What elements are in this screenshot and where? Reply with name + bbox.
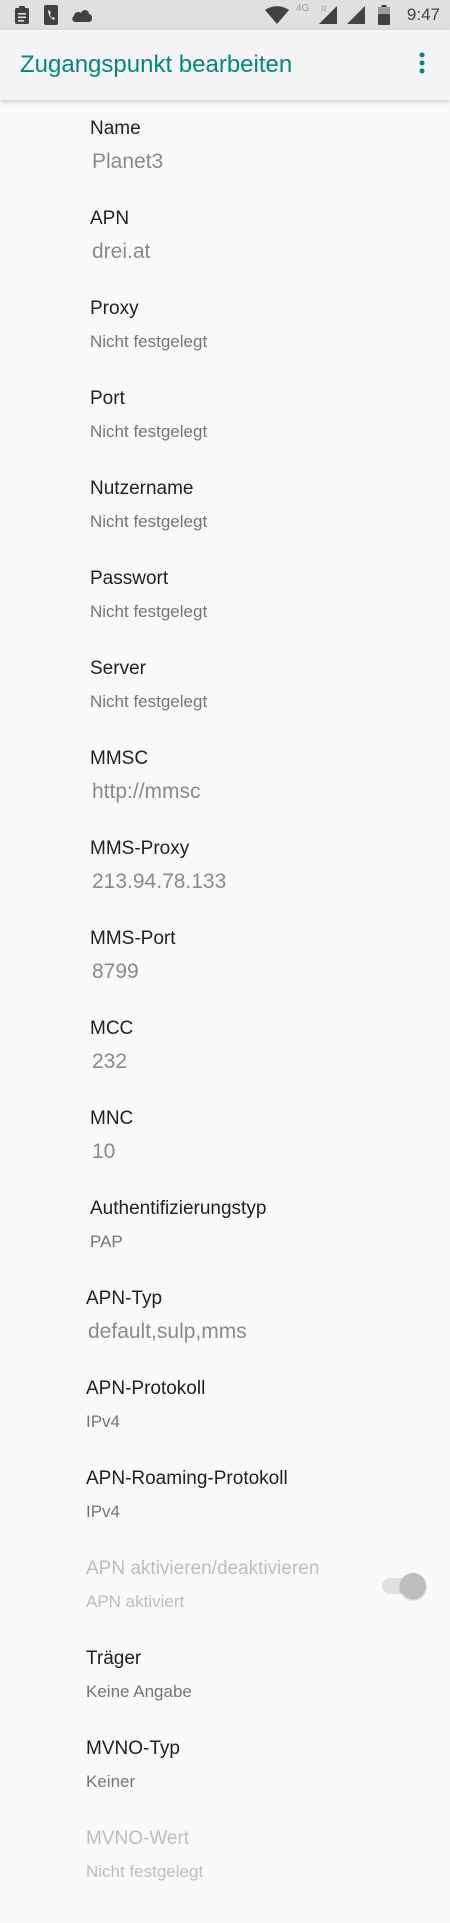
pref-port[interactable]: Port Nicht festgelegt xyxy=(0,370,450,458)
pref-mms-proxy-summary: 213.94.78.133 xyxy=(92,870,227,893)
clipboard-icon xyxy=(12,0,32,30)
toggle-thumb xyxy=(400,1573,426,1599)
pref-proxy-summary: Nicht festgelegt xyxy=(90,332,208,351)
pref-apn-type-title: APN-Typ xyxy=(86,1288,163,1309)
pref-password-summary: Nicht festgelegt xyxy=(90,602,208,621)
pref-auth-type-summary: PAP xyxy=(90,1232,123,1251)
pref-bearer-summary: Keine Angabe xyxy=(86,1682,192,1701)
pref-mvno-value-summary: Nicht festgelegt xyxy=(86,1862,204,1881)
pref-mvno-type-summary: Keiner xyxy=(86,1772,136,1791)
pref-name-summary: Planet3 xyxy=(92,150,164,173)
pref-proxy-title: Proxy xyxy=(90,298,139,319)
pref-apn-protocol-title: APN-Protokoll xyxy=(86,1378,206,1399)
pref-mvno-value: MVNO-Wert Nicht festgelegt xyxy=(0,1810,450,1898)
apn-edit-screen: 4G R 9:47 Zugangspunkt bearbeiten Name Pl… xyxy=(0,0,450,1923)
pref-proxy[interactable]: Proxy Nicht festgelegt xyxy=(0,280,450,368)
cloud-icon xyxy=(70,0,94,30)
pref-mvno-value-title: MVNO-Wert xyxy=(86,1828,190,1849)
signal-icon xyxy=(318,0,338,30)
pref-bearer-title: Träger xyxy=(86,1648,142,1669)
pref-mnc-summary: 10 xyxy=(92,1140,116,1163)
pref-mcc[interactable]: MCC 232 xyxy=(0,1000,450,1088)
more-vert-icon xyxy=(419,52,425,79)
apn-enable-toggle[interactable] xyxy=(382,1573,426,1599)
pref-name-title: Name xyxy=(90,118,141,139)
pref-name[interactable]: Name Planet3 xyxy=(0,100,450,188)
app-bar: Zugangspunkt bearbeiten xyxy=(0,30,450,100)
pref-mnc-title: MNC xyxy=(90,1108,134,1129)
pref-mcc-title: MCC xyxy=(90,1018,134,1039)
phone-icon xyxy=(42,0,60,30)
pref-mms-port[interactable]: MMS-Port 8799 xyxy=(0,910,450,998)
overflow-menu-button[interactable] xyxy=(402,45,442,85)
pref-apn-enable-title: APN aktivieren/deaktivieren xyxy=(86,1558,320,1579)
pref-mnc[interactable]: MNC 10 xyxy=(0,1090,450,1178)
pref-apn-roaming-protocol[interactable]: APN-Roaming-Protokoll IPv4 xyxy=(0,1450,450,1538)
battery-icon xyxy=(376,0,392,30)
pref-port-title: Port xyxy=(90,388,125,409)
pref-server-title: Server xyxy=(90,658,146,679)
status-bar: 4G R 9:47 xyxy=(0,0,450,30)
pref-username[interactable]: Nutzername Nicht festgelegt xyxy=(0,460,450,548)
pref-apn-roaming-protocol-title: APN-Roaming-Protokoll xyxy=(86,1468,288,1489)
pref-password[interactable]: Passwort Nicht festgelegt xyxy=(0,550,450,638)
pref-apn-protocol[interactable]: APN-Protokoll IPv4 xyxy=(0,1360,450,1448)
pref-server-summary: Nicht festgelegt xyxy=(90,692,208,711)
pref-apn-type[interactable]: APN-Typ default,sulp,mms xyxy=(0,1270,450,1358)
pref-mms-port-summary: 8799 xyxy=(92,960,139,983)
pref-password-title: Passwort xyxy=(90,568,169,589)
pref-apn[interactable]: APN drei.at xyxy=(0,190,450,278)
clock: 9:47 xyxy=(406,5,440,24)
pref-auth-type-title: Authentifizierungstyp xyxy=(90,1198,267,1219)
pref-apn-protocol-summary: IPv4 xyxy=(86,1412,121,1431)
pref-mms-proxy-title: MMS-Proxy xyxy=(90,838,190,859)
pref-apn-roaming-protocol-summary: IPv4 xyxy=(86,1502,121,1521)
network-type-label: 4G xyxy=(296,3,310,14)
wifi-icon xyxy=(264,0,290,30)
pref-mmsc-summary: http://mmsc xyxy=(92,780,201,803)
pref-port-summary: Nicht festgelegt xyxy=(90,422,208,441)
pref-mmsc-title: MMSC xyxy=(90,748,149,769)
pref-apn-type-summary: default,sulp,mms xyxy=(88,1320,247,1343)
page-title: Zugangspunkt bearbeiten xyxy=(20,51,293,78)
pref-mms-proxy[interactable]: MMS-Proxy 213.94.78.133 xyxy=(0,820,450,908)
pref-auth-type[interactable]: Authentifizierungstyp PAP xyxy=(0,1180,450,1268)
pref-mvno-type-title: MVNO-Typ xyxy=(86,1738,180,1759)
pref-apn-enable[interactable]: APN aktivieren/deaktivieren APN aktiviert xyxy=(0,1540,450,1628)
pref-apn-title: APN xyxy=(90,208,130,229)
pref-apn-enable-summary: APN aktiviert xyxy=(86,1592,185,1611)
pref-mmsc[interactable]: MMSC http://mmsc xyxy=(0,730,450,818)
pref-mms-port-title: MMS-Port xyxy=(90,928,176,949)
pref-server[interactable]: Server Nicht festgelegt xyxy=(0,640,450,728)
pref-mcc-summary: 232 xyxy=(92,1050,128,1073)
pref-username-title: Nutzername xyxy=(90,478,194,499)
pref-username-summary: Nicht festgelegt xyxy=(90,512,208,531)
pref-apn-summary: drei.at xyxy=(92,240,151,263)
pref-bearer[interactable]: Träger Keine Angabe xyxy=(0,1630,450,1718)
signal-icon xyxy=(346,0,366,30)
pref-mvno-type[interactable]: MVNO-Typ Keiner xyxy=(0,1720,450,1808)
